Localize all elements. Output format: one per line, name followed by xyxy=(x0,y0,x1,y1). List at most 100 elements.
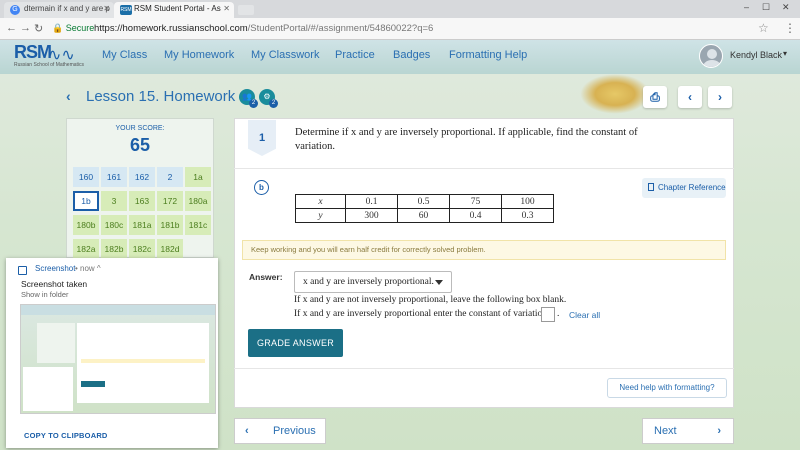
window-close-icon[interactable]: ✕ xyxy=(782,2,790,13)
problem-cell[interactable]: 180b xyxy=(73,215,99,235)
problem-cell[interactable]: 182b xyxy=(101,239,127,259)
close-tab-icon[interactable]: ✕ xyxy=(223,4,230,13)
problem-cell[interactable]: 2 xyxy=(157,167,183,187)
copy-to-clipboard-button[interactable]: COPY TO CLIPBOARD xyxy=(24,431,108,440)
score-label: YOUR SCORE: xyxy=(115,125,165,132)
score-panel: YOUR SCORE: 65 160 161 162 2 1a 1b 3 163… xyxy=(66,118,214,259)
people-icon[interactable]: 👥 2 xyxy=(239,89,258,108)
nav-my-classwork[interactable]: My Classwork xyxy=(251,49,319,61)
caret-down-icon xyxy=(435,280,443,285)
x-label: x xyxy=(295,194,346,209)
formatting-help-button[interactable]: Need help with formatting? xyxy=(607,378,727,398)
new-tab-button[interactable] xyxy=(238,5,254,15)
print-button[interactable]: ⎙ xyxy=(643,86,667,108)
notification-title: Screenshot taken xyxy=(21,279,88,289)
chevron-left-icon: ‹ xyxy=(688,90,692,104)
forward-arrow-icon[interactable]: → xyxy=(20,22,31,34)
bookmark-star-icon[interactable]: ☆ xyxy=(758,21,769,35)
problem-cell[interactable]: 180c xyxy=(101,215,127,235)
half-credit-hint: Keep working and you will earn half cred… xyxy=(242,240,726,260)
problem-cell[interactable]: 181c xyxy=(185,215,211,235)
url-field[interactable]: https://homework.russianschool.com/Stude… xyxy=(94,23,433,34)
printer-icon: ⎙ xyxy=(650,90,660,104)
rsm-icon: RSM xyxy=(120,5,132,15)
problem-cell-active[interactable]: 1b xyxy=(73,191,99,211)
problem-cell[interactable]: 182c xyxy=(129,239,155,259)
problem-cell[interactable]: 181a xyxy=(129,215,155,235)
maximize-icon[interactable]: ☐ xyxy=(762,2,770,13)
chevron-down-icon[interactable]: ▾ xyxy=(783,49,787,58)
google-icon: G xyxy=(10,5,20,15)
values-table: x 0.1 0.5 75 100 y 300 60 0.4 0.3 xyxy=(295,194,554,223)
site-header: RSM ∿∿ Russian School of Mathematics My … xyxy=(0,40,800,74)
group-icon[interactable]: ⚙ 2 xyxy=(259,89,278,108)
question-card xyxy=(234,118,734,408)
problem-cell[interactable]: 163 xyxy=(129,191,155,211)
problem-cell[interactable]: 160 xyxy=(73,167,99,187)
rsm-logo[interactable]: RSM xyxy=(14,42,52,63)
y-value: 300 xyxy=(345,208,398,223)
show-in-folder-link[interactable]: Show in folder xyxy=(21,290,69,299)
answer-dropdown[interactable]: x and y are inversely proportional. xyxy=(294,271,452,293)
nav-badges[interactable]: Badges xyxy=(393,49,430,61)
problem-cell[interactable]: 161 xyxy=(101,167,127,187)
address-bar: ← → ↻ 🔒 Secure https://homework.russians… xyxy=(0,18,800,40)
chevron-right-icon: › xyxy=(717,425,721,437)
grade-answer-button[interactable]: GRADE ANSWER xyxy=(248,329,343,357)
logo-subtitle: Russian School of Mathematics xyxy=(14,62,85,68)
y-value: 60 xyxy=(397,208,450,223)
bookmark-icon xyxy=(648,183,654,191)
screenshot-icon xyxy=(18,266,27,275)
browser-tab-bar: G dtermain if x and y are p ✕ RSM RSM St… xyxy=(0,0,800,18)
divider xyxy=(234,168,734,169)
problem-cell[interactable]: 182a xyxy=(73,239,99,259)
y-value: 0.4 xyxy=(449,208,502,223)
next-question-button[interactable]: › xyxy=(708,86,732,108)
previous-button[interactable]: ‹ Previous xyxy=(234,418,326,444)
chapter-reference-button[interactable]: Chapter Reference xyxy=(642,178,726,198)
badge-count: 2 xyxy=(249,99,258,108)
question-text-line: Determine if x and y are inversely propo… xyxy=(295,127,638,138)
instruction-line: If x and y are not inversely proportiona… xyxy=(294,295,567,305)
notification-app: Screenshot xyxy=(35,264,76,273)
problem-cell[interactable]: 172 xyxy=(157,191,183,211)
problem-cell[interactable]: 162 xyxy=(129,167,155,187)
avatar[interactable] xyxy=(699,44,723,68)
back-arrow-icon[interactable]: ← xyxy=(6,22,17,34)
user-name[interactable]: Kendyl Black xyxy=(730,50,782,60)
problem-cell[interactable]: 182d xyxy=(157,239,183,259)
instruction-period: . xyxy=(557,309,560,319)
nav-practice[interactable]: Practice xyxy=(335,49,375,61)
next-button[interactable]: Next › xyxy=(642,418,734,444)
browser-menu-icon[interactable]: ⋮ xyxy=(784,21,796,35)
next-label: Next xyxy=(654,425,677,437)
clear-all-link[interactable]: Clear all xyxy=(569,310,600,320)
url-path: /StudentPortal/#/assignment/54860022?q=6 xyxy=(247,23,434,34)
problem-cell[interactable]: 180a xyxy=(185,191,211,211)
tab-label: RSM Student Portal - As xyxy=(134,4,221,13)
nav-my-class[interactable]: My Class xyxy=(102,49,147,61)
instruction-line: If x and y are inversely proportional en… xyxy=(294,309,547,319)
x-value: 0.1 xyxy=(345,194,398,209)
secure-label[interactable]: 🔒 Secure xyxy=(52,23,94,34)
close-tab-icon[interactable]: ✕ xyxy=(103,4,110,13)
problem-cell[interactable]: 1a xyxy=(185,167,211,187)
constant-of-variation-input[interactable] xyxy=(541,307,555,322)
problem-cell[interactable]: 3 xyxy=(101,191,127,211)
table-row: x 0.1 0.5 75 100 xyxy=(295,194,554,209)
table-row: y 300 60 0.4 0.3 xyxy=(295,208,554,223)
nav-my-homework[interactable]: My Homework xyxy=(164,49,234,61)
tab-google-search[interactable]: G dtermain if x and y are p ✕ xyxy=(4,2,114,18)
tab-rsm-portal[interactable]: RSM RSM Student Portal - As ✕ xyxy=(114,2,234,18)
minimize-icon[interactable]: – xyxy=(744,2,749,12)
screenshot-thumbnail[interactable] xyxy=(20,304,216,414)
reload-icon[interactable]: ↻ xyxy=(34,22,43,35)
chevron-right-icon: › xyxy=(718,90,722,104)
prev-question-button[interactable]: ‹ xyxy=(678,86,702,108)
x-value: 75 xyxy=(449,194,502,209)
screenshot-notification[interactable]: Screenshot • now ^ Screenshot taken Show… xyxy=(6,258,218,448)
nav-formatting-help[interactable]: Formatting Help xyxy=(449,49,527,61)
x-value: 0.5 xyxy=(397,194,450,209)
problem-cell[interactable]: 181b xyxy=(157,215,183,235)
back-chevron-icon[interactable]: ‹ xyxy=(66,88,71,104)
